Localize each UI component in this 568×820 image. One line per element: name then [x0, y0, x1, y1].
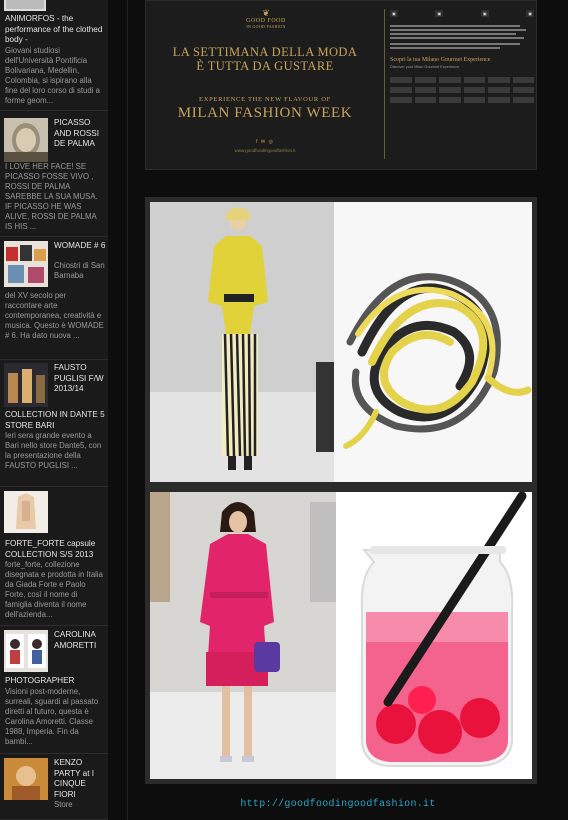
- post-excerpt: Store: [54, 800, 73, 809]
- banner-fine-print: [390, 25, 534, 53]
- banner-scopri: Scopri la tua Milano Gourmet Experience: [390, 57, 491, 63]
- partner-logo: [463, 87, 485, 93]
- partner-logo: [390, 97, 412, 103]
- post-excerpt: Giovani studiosi dell'Università Pontifi…: [5, 45, 100, 105]
- sidebar-post[interactable]: WOMADE # 6 Chiostri di San Barnaba del X…: [0, 237, 108, 360]
- sponsor-logo: ▣: [390, 9, 398, 17]
- post-thumbnail[interactable]: [4, 118, 48, 162]
- sidebar-post[interactable]: PICASSO AND ROSSI DE PALMA I LOVE HER FA…: [0, 111, 108, 237]
- fashion-food-photo[interactable]: [150, 202, 532, 482]
- banner-divider: [384, 9, 385, 159]
- partner-logo: [488, 77, 510, 83]
- sidebar-post[interactable]: KENZO PARTY at I CINQUE FIORI Store: [0, 754, 108, 820]
- sidebar-post[interactable]: FAUSTO PUGLISI F/W 2013/14 COLLECTION IN…: [0, 360, 108, 487]
- partner-logo: [414, 97, 436, 103]
- post-excerpt: Ieri sera grande evento a Bari nello sto…: [5, 431, 102, 470]
- partner-logos: [390, 77, 534, 103]
- site-link[interactable]: http://goodfoodingoodfashion.it: [108, 799, 568, 810]
- sidebar-post[interactable]: FORTE_FORTE capsule COLLECTION S/S 2013 …: [0, 487, 108, 626]
- banner-discover: Discover your Milan Gourmet Experience: [390, 65, 460, 69]
- partner-logo: [390, 87, 412, 93]
- sidebar: ANIMORFOS - the performance of the cloth…: [0, 0, 108, 820]
- partner-logo: [488, 87, 510, 93]
- post-thumbnail[interactable]: [4, 363, 48, 407]
- post-excerpt: I LOVE HER FACE! SE PICASSO FOSSE VIVO ,…: [5, 162, 98, 231]
- banner-subhead: EXPERIENCE THE NEW FLAVOUR OF: [199, 96, 331, 103]
- partner-logo: [488, 97, 510, 103]
- partner-logo: [414, 77, 436, 83]
- sponsor-logo: ▣: [526, 9, 534, 17]
- partner-logo: [439, 97, 461, 103]
- banner-headline: LA SETTIMANA DELLA MODA È TUTTA DA GUSTA…: [146, 45, 384, 73]
- post-excerpt: Visioni post-moderne, surreali, sguardi …: [5, 687, 99, 746]
- photo-card[interactable]: [145, 197, 537, 487]
- post-title-continued[interactable]: PHOTOGRAPHER: [5, 676, 105, 687]
- photo-card[interactable]: [145, 487, 537, 784]
- partner-logo: [512, 77, 534, 83]
- banner-left: ❦ GOOD FOOD IN GOOD FASHION LA SETTIMANA…: [146, 1, 384, 169]
- post-thumbnail[interactable]: [4, 491, 48, 533]
- post-title[interactable]: FAUSTO PUGLISI F/W 2013/14: [54, 363, 106, 395]
- banner-right: ▣ ▣ ▣ ▣ Scopri la tua Milano Gourmet Exp…: [390, 7, 534, 163]
- headline-line-1: LA SETTIMANA DELLA MODA: [172, 45, 358, 59]
- fashion-food-photo[interactable]: [150, 492, 532, 779]
- logo-line-2: IN GOOD FASHION: [246, 24, 286, 29]
- post-excerpt: forte_forte, collezione disegnata e prod…: [5, 560, 103, 619]
- partner-logo: [463, 97, 485, 103]
- post-thumbnail[interactable]: [4, 758, 48, 800]
- event-banner[interactable]: ❦ GOOD FOOD IN GOOD FASHION LA SETTIMANA…: [145, 0, 537, 170]
- post-title[interactable]: KENZO PARTY at I CINQUE FIORI: [54, 758, 106, 800]
- main-content: ❦ GOOD FOOD IN GOOD FASHION LA SETTIMANA…: [108, 0, 568, 820]
- crest-icon: ❦: [262, 8, 270, 18]
- post-title-continued[interactable]: COLLECTION IN DANTE 5 STORE BARI: [5, 410, 105, 431]
- post-thumbnail[interactable]: [4, 630, 48, 672]
- post-title[interactable]: WOMADE # 6: [54, 241, 106, 252]
- partner-logo: [439, 77, 461, 83]
- post-thumbnail[interactable]: [4, 241, 48, 287]
- social-icons[interactable]: f ✉ ◎: [146, 139, 384, 145]
- sponsor-logo: ▣: [435, 9, 444, 17]
- post-title[interactable]: PICASSO AND ROSSI DE PALMA: [54, 118, 106, 150]
- partner-logo: [414, 87, 436, 93]
- post-title[interactable]: CAROLINA AMORETTI: [54, 630, 106, 651]
- post-excerpt-top: Chiostri di San Barnaba: [54, 261, 105, 280]
- post-title[interactable]: FORTE_FORTE capsule COLLECTION S/S 2013: [5, 539, 105, 560]
- partner-logo: [390, 77, 412, 83]
- sidebar-post[interactable]: ANIMORFOS - the performance of the cloth…: [0, 0, 108, 111]
- sidebar-post[interactable]: CAROLINA AMORETTI PHOTOGRAPHER Visioni p…: [0, 626, 108, 754]
- headline-line-2: È TUTTA DA GUSTARE: [196, 59, 334, 73]
- post-excerpt: del XV secolo per raccontare arte contem…: [5, 291, 104, 340]
- banner-url[interactable]: www.goodfoodingoodfashion.it: [146, 148, 384, 153]
- partner-logo: [512, 97, 534, 103]
- good-food-logo: ❦ GOOD FOOD IN GOOD FASHION: [241, 8, 291, 30]
- post-title[interactable]: ANIMORFOS - the performance of the cloth…: [5, 14, 105, 46]
- column-divider: [127, 0, 128, 820]
- sponsor-logo: ▣: [480, 9, 489, 17]
- banner-event-name: MILAN FASHION WEEK: [177, 105, 353, 121]
- partner-logo: [439, 87, 461, 93]
- sponsor-logos: ▣ ▣ ▣ ▣: [390, 7, 534, 19]
- post-thumbnail[interactable]: [4, 0, 46, 11]
- partner-logo: [512, 87, 534, 93]
- partner-logo: [463, 77, 485, 83]
